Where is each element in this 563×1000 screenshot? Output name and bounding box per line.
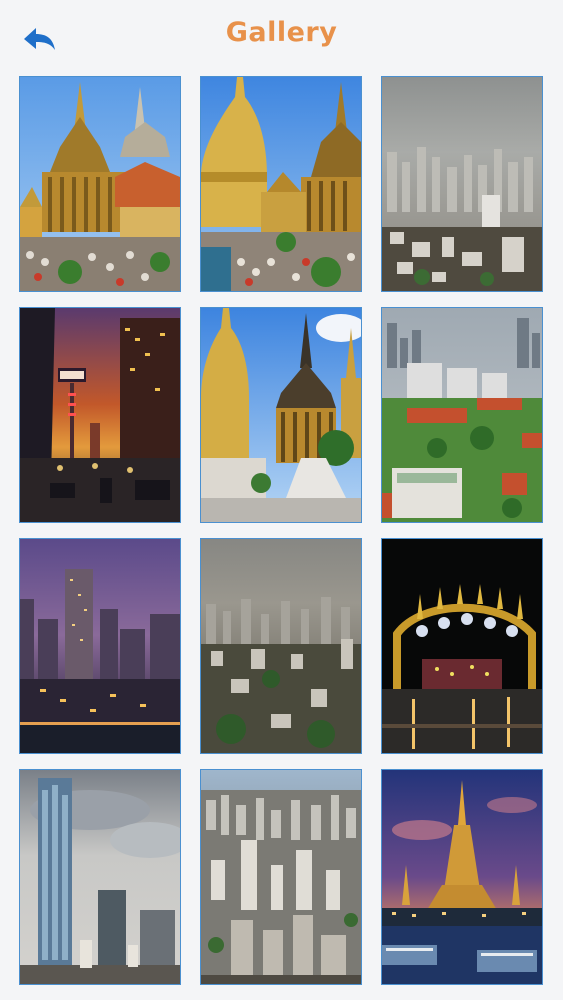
app-header: Gallery	[0, 0, 563, 72]
gallery-photo-dusk-city-towers[interactable]	[19, 538, 181, 754]
gallery-photo-stupa-and-spire-temple[interactable]	[200, 307, 362, 523]
gallery-photo-temple-spires-crowd[interactable]	[19, 76, 181, 292]
photo-grid	[19, 76, 543, 985]
gallery-photo-aerial-hazy-city[interactable]	[200, 538, 362, 754]
gallery-photo-night-illuminated-arch[interactable]	[381, 538, 543, 754]
gallery-photo-golden-stupa-temple[interactable]	[200, 76, 362, 292]
page-title: Gallery	[225, 17, 338, 48]
gallery-photo-green-rooftops-city[interactable]	[381, 307, 543, 523]
gallery-photo-neon-street-sunset[interactable]	[19, 307, 181, 523]
gallery-photo-pixel-skyscraper[interactable]	[19, 769, 181, 985]
gallery-photo-wat-arun-night[interactable]	[381, 769, 543, 985]
gallery-photo-hazy-city-skyline[interactable]	[381, 76, 543, 292]
gallery-photo-aerial-dense-city[interactable]	[200, 769, 362, 985]
